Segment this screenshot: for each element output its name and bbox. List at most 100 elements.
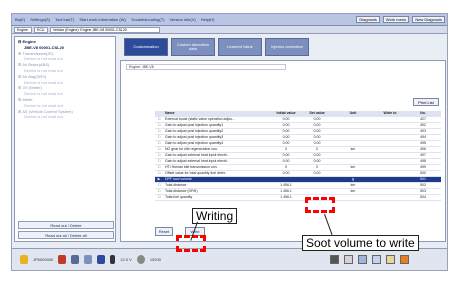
- row-checkbox-icon[interactable]: □: [155, 165, 163, 170]
- cell-unit: [331, 153, 375, 158]
- read-out-all-button[interactable]: Read out all / Delete all: [18, 231, 114, 239]
- row-checkbox-icon[interactable]: □: [155, 195, 163, 200]
- tab-injector-correction[interactable]: Injector correction: [265, 38, 309, 56]
- table-row[interactable]: □ Total fuel quantity 1 456.1 504: [155, 195, 441, 201]
- toolbar-field-ecu[interactable]: ECU: [34, 26, 48, 33]
- swatch-icon[interactable]: [386, 255, 395, 264]
- cell-name: Gain to adjust post injection quantity1: [165, 123, 224, 127]
- cell-no: 493: [420, 129, 426, 133]
- swatch-icon[interactable]: [330, 255, 339, 264]
- cell-unit: km: [350, 189, 356, 193]
- save-icon: [97, 255, 106, 264]
- header-name[interactable]: Name: [163, 111, 269, 116]
- cell-set: [303, 183, 331, 188]
- menu-troubleshooting[interactable]: Troubleshooting(T): [130, 17, 166, 22]
- swatch-icon[interactable]: [344, 255, 353, 264]
- cell-name: Gain to adjust post injection quantity4: [165, 141, 224, 145]
- header-set[interactable]: Set value: [303, 111, 331, 116]
- cell-write: [375, 141, 405, 146]
- cell-write: [375, 159, 405, 164]
- cell-set: 0.00: [313, 159, 321, 163]
- cell-unit: g: [352, 177, 354, 181]
- cell-write: [375, 123, 405, 128]
- cell-initial: 0.00: [282, 141, 290, 145]
- row-checkbox-icon[interactable]: □: [155, 147, 163, 152]
- cell-write: [375, 165, 405, 170]
- cell-unit: km: [350, 165, 356, 169]
- soot-volume-highlight: [305, 197, 335, 213]
- cell-initial: 1 456.1: [280, 189, 292, 193]
- row-checkbox-icon[interactable]: □: [155, 117, 163, 122]
- menu-version[interactable]: Version info(V): [168, 17, 196, 22]
- engine-label: Engine: JBE-V8: [126, 64, 286, 70]
- cell-initial: 0.00: [282, 117, 290, 121]
- work-menu-button[interactable]: Work menu: [382, 16, 410, 23]
- reset-button[interactable]: Reset: [155, 227, 173, 236]
- cell-unit: km: [350, 183, 356, 187]
- cell-no: 497: [420, 153, 426, 157]
- toolbar: Engine ECU Vehicle (Engine): Engine JBE-…: [12, 26, 447, 34]
- cell-write: [375, 129, 405, 134]
- row-checkbox-icon[interactable]: □: [155, 123, 163, 128]
- header-no[interactable]: No.: [405, 111, 441, 116]
- cell-name: Offset value for total quantity fuel det…: [165, 171, 227, 175]
- cell-name: Total distance (ORH): [165, 189, 198, 193]
- swatch-icon[interactable]: [358, 255, 367, 264]
- tab-learned-value[interactable]: Learned Value: [218, 38, 262, 56]
- header-check: [155, 111, 163, 116]
- link-icon: [84, 255, 93, 264]
- swatch-icon[interactable]: [372, 255, 381, 264]
- read-out-delete-button[interactable]: Read out / Delete: [18, 221, 114, 229]
- row-checkbox-icon[interactable]: □: [155, 159, 163, 164]
- header-write[interactable]: Write to: [375, 111, 405, 116]
- cell-no: 500: [420, 171, 426, 175]
- cell-unit: km: [350, 147, 356, 151]
- row-checkbox-icon[interactable]: □: [155, 129, 163, 134]
- diagnosis-button[interactable]: Diagnosis: [356, 16, 380, 23]
- swatch-icon[interactable]: [400, 255, 409, 264]
- menu-start-work[interactable]: Start work information (W): [78, 17, 126, 22]
- cell-unit: [331, 135, 375, 140]
- menu-file[interactable]: Ba(E): [14, 17, 26, 22]
- cell-no: 498: [420, 159, 426, 163]
- cell-name: DPF soot volume: [165, 177, 192, 181]
- row-checkbox-icon[interactable]: □: [155, 141, 163, 146]
- toolbar-field-engine[interactable]: Engine: [14, 26, 32, 33]
- row-checkbox-icon[interactable]: □: [155, 189, 163, 194]
- menu-settings[interactable]: Settings(S): [29, 17, 51, 22]
- cell-set: 0.00: [313, 141, 321, 145]
- cell-write: [375, 183, 405, 188]
- cell-set: [303, 177, 331, 182]
- print-list-button[interactable]: Print List: [413, 98, 439, 106]
- cell-unit: [331, 171, 375, 176]
- cell-set: 0: [316, 147, 318, 151]
- cell-unit: [331, 141, 375, 146]
- tab-customization[interactable]: Customization: [124, 38, 168, 56]
- cell-initial: 0: [285, 147, 287, 151]
- cell-no: 501: [420, 177, 426, 181]
- cell-initial: 0.00: [282, 135, 290, 139]
- printer-icon: [71, 255, 80, 264]
- cell-write: [375, 195, 405, 200]
- tree-item-status: Device is not read out: [24, 114, 63, 120]
- cell-initial: 0.00: [282, 159, 290, 163]
- tab-custom-discretion[interactable]: Custom discretion data: [171, 38, 215, 56]
- row-checkbox-icon[interactable]: ▶: [155, 177, 163, 182]
- cell-set: 0: [316, 165, 318, 169]
- row-checkbox-icon[interactable]: □: [155, 183, 163, 188]
- cell-no: 492: [420, 123, 426, 127]
- header-initial[interactable]: Initial value: [269, 111, 303, 116]
- cell-name: HTI Human idle transmission con.: [165, 165, 218, 169]
- cell-no: 504: [420, 195, 426, 199]
- header-unit[interactable]: Unit: [331, 111, 375, 116]
- cell-initial: 0.00: [282, 171, 290, 175]
- menu-help[interactable]: Help(H): [200, 17, 216, 22]
- row-checkbox-icon[interactable]: □: [155, 153, 163, 158]
- menu-toolbar[interactable]: Tool bar(T): [54, 17, 75, 22]
- cell-name: Total fuel quantity: [165, 195, 193, 199]
- row-checkbox-icon[interactable]: □: [155, 135, 163, 140]
- row-checkbox-icon[interactable]: □: [155, 171, 163, 176]
- cell-set: [303, 189, 331, 194]
- cell-no: 499: [420, 165, 426, 169]
- new-diagnosis-button[interactable]: New Diagnosis: [412, 16, 445, 23]
